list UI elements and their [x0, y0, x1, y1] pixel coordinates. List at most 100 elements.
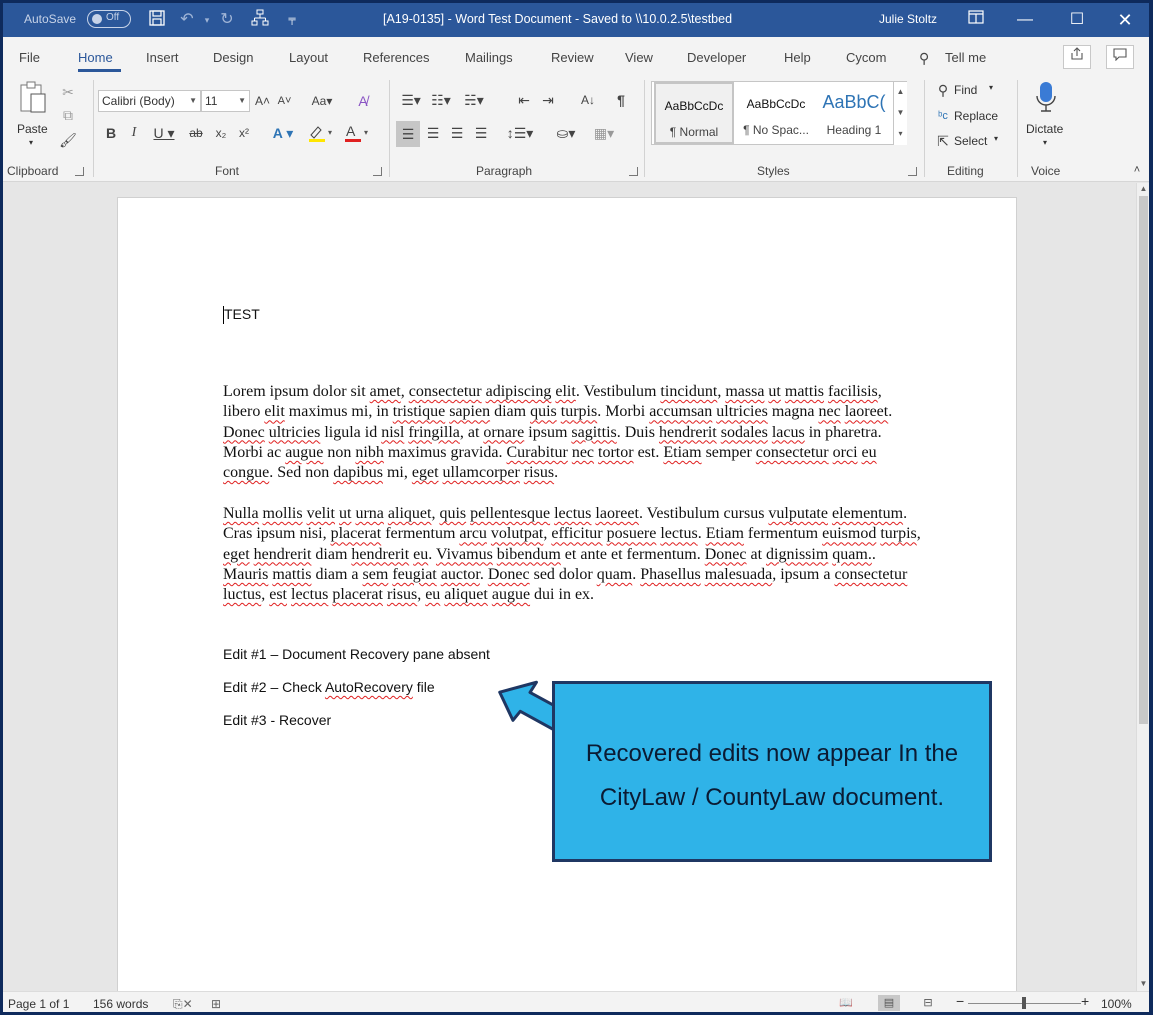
document-title-text[interactable]: TEST	[224, 306, 260, 322]
align-center-icon[interactable]: ☰	[423, 123, 443, 143]
select-label[interactable]: Select	[954, 134, 987, 148]
tab-home[interactable]: Home	[78, 50, 113, 65]
replace-label[interactable]: Replace	[954, 109, 998, 123]
highlight-color-icon[interactable]: ▾	[307, 123, 337, 143]
maximize-button[interactable]: ☐	[1051, 3, 1103, 37]
page-count[interactable]: Page 1 of 1	[8, 997, 69, 1011]
styles-launcher-icon[interactable]	[908, 167, 917, 176]
tell-me-box[interactable]: Tell me	[945, 50, 986, 65]
zoom-out-button[interactable]: −	[956, 993, 964, 1009]
tab-help[interactable]: Help	[784, 50, 811, 65]
sort-icon[interactable]: A↓	[577, 90, 599, 110]
tab-file[interactable]: File	[19, 50, 40, 65]
customize-qat-icon[interactable]: ╤	[281, 9, 303, 31]
undo-dropdown-icon[interactable]: ▾	[196, 9, 218, 31]
italic-icon[interactable]: I	[127, 123, 141, 143]
org-chart-icon[interactable]	[249, 9, 271, 31]
redo-icon[interactable]: ↻	[216, 9, 238, 31]
styles-more-icon[interactable]: ▾	[893, 124, 907, 145]
shading-icon[interactable]: ⛀▾	[551, 123, 581, 143]
underline-icon[interactable]: U ▾	[149, 123, 179, 143]
font-name-combo[interactable]: Calibri (Body) ▼	[98, 90, 201, 112]
tab-mailings[interactable]: Mailings	[465, 50, 513, 65]
scrollbar-thumb[interactable]	[1139, 196, 1148, 724]
tab-design[interactable]: Design	[213, 50, 253, 65]
multilevel-list-icon[interactable]: ☵▾	[459, 90, 489, 110]
dictate-dropdown-icon[interactable]: ▾	[1043, 138, 1047, 147]
search-icon[interactable]: ⚲	[919, 50, 929, 67]
edit-line-2[interactable]: Edit #2 – Check AutoRecovery file	[223, 679, 435, 695]
edit-line-3[interactable]: Edit #3 - Recover	[223, 712, 331, 728]
bold-icon[interactable]: B	[104, 123, 118, 143]
text-effects-icon[interactable]: A ▾	[268, 123, 298, 143]
tab-references[interactable]: References	[363, 50, 429, 65]
dictate-label[interactable]: Dictate	[1026, 122, 1063, 136]
zoom-slider-thumb[interactable]	[1022, 997, 1026, 1009]
shrink-font-icon[interactable]: A˅	[276, 91, 293, 111]
find-icon[interactable]: ⚲	[934, 80, 952, 100]
clipboard-launcher-icon[interactable]	[75, 167, 84, 176]
scroll-up-icon[interactable]: ▲	[1137, 183, 1149, 195]
collapse-ribbon-icon[interactable]: ˄	[1130, 160, 1144, 180]
grow-font-icon[interactable]: A˄	[254, 91, 271, 111]
tab-insert[interactable]: Insert	[146, 50, 179, 65]
tab-review[interactable]: Review	[551, 50, 594, 65]
align-left-icon[interactable]: ☰	[396, 121, 420, 147]
cut-icon[interactable]: ✂	[59, 82, 77, 102]
subscript-icon[interactable]: x₂	[213, 123, 229, 143]
share-button[interactable]	[1063, 45, 1091, 69]
bullets-icon[interactable]: ☰▾	[397, 90, 425, 110]
close-button[interactable]: ✕	[1099, 3, 1149, 37]
font-color-icon[interactable]: A ▾	[343, 123, 373, 143]
ribbon-display-options-icon[interactable]	[965, 9, 987, 31]
styles-scroll-up-icon[interactable]: ▲	[893, 82, 907, 103]
paste-dropdown-icon[interactable]: ▾	[29, 138, 33, 147]
tab-developer[interactable]: Developer	[687, 50, 746, 65]
find-dropdown-icon[interactable]: ▾	[989, 83, 993, 92]
justify-icon[interactable]: ☰	[471, 123, 491, 143]
decrease-indent-icon[interactable]: ⇤	[515, 90, 533, 110]
copy-icon[interactable]: ⧉	[59, 105, 77, 125]
style-normal[interactable]: AaBbCcDc ¶ Normal	[654, 82, 734, 144]
proofing-icon[interactable]: ⎘✕	[173, 997, 193, 1012]
comments-button[interactable]	[1106, 45, 1134, 69]
edit-line-1[interactable]: Edit #1 – Document Recovery pane absent	[223, 646, 490, 662]
numbering-icon[interactable]: ☷▾	[427, 90, 455, 110]
minimize-button[interactable]: —	[999, 3, 1051, 37]
show-formatting-marks-icon[interactable]: ¶	[612, 90, 630, 110]
select-dropdown-icon[interactable]: ▾	[994, 134, 998, 143]
zoom-level[interactable]: 100%	[1101, 997, 1132, 1011]
accessibility-icon[interactable]: ⊞	[211, 997, 221, 1011]
read-mode-icon[interactable]: 📖	[835, 995, 857, 1011]
styles-scroll-down-icon[interactable]: ▼	[893, 103, 907, 124]
tab-cycom[interactable]: Cycom	[846, 50, 886, 65]
find-label[interactable]: Find	[954, 83, 977, 97]
replace-icon[interactable]: ᵇc	[934, 106, 952, 126]
user-name[interactable]: Julie Stoltz	[879, 12, 937, 26]
clear-formatting-icon[interactable]: A̸	[353, 91, 373, 111]
style-no-spacing[interactable]: AaBbCcDc ¶ No Spac...	[736, 82, 816, 144]
paste-label[interactable]: Paste	[17, 122, 48, 136]
font-launcher-icon[interactable]	[373, 167, 382, 176]
microphone-icon[interactable]	[1034, 80, 1058, 116]
document-page[interactable]: TEST Lorem ipsum dolor sit amet, consect…	[117, 197, 1017, 997]
superscript-icon[interactable]: x²	[236, 123, 252, 143]
change-case-icon[interactable]: Aa▾	[307, 91, 337, 111]
align-right-icon[interactable]: ☰	[447, 123, 467, 143]
paragraph-launcher-icon[interactable]	[629, 167, 638, 176]
autosave-toggle[interactable]: Off	[87, 10, 131, 28]
style-heading-1[interactable]: AaBbC( Heading 1	[816, 82, 892, 144]
line-spacing-icon[interactable]: ↕☰▾	[504, 123, 536, 143]
scroll-down-icon[interactable]: ▼	[1137, 978, 1149, 990]
zoom-in-button[interactable]: +	[1081, 993, 1089, 1009]
undo-icon[interactable]: ↶	[176, 9, 198, 31]
vertical-scrollbar[interactable]: ▲ ▼	[1136, 183, 1149, 991]
web-layout-icon[interactable]: ⊟	[917, 995, 939, 1011]
save-icon[interactable]	[146, 9, 168, 31]
tab-layout[interactable]: Layout	[289, 50, 328, 65]
format-painter-icon[interactable]: 🖌	[59, 130, 77, 150]
increase-indent-icon[interactable]: ⇥	[539, 90, 557, 110]
strikethrough-icon[interactable]: ab	[186, 123, 206, 143]
body-paragraph-2[interactable]: Nulla mollis velit ut urna aliquet, quis…	[223, 504, 923, 605]
select-icon[interactable]: ⇱	[934, 131, 952, 151]
